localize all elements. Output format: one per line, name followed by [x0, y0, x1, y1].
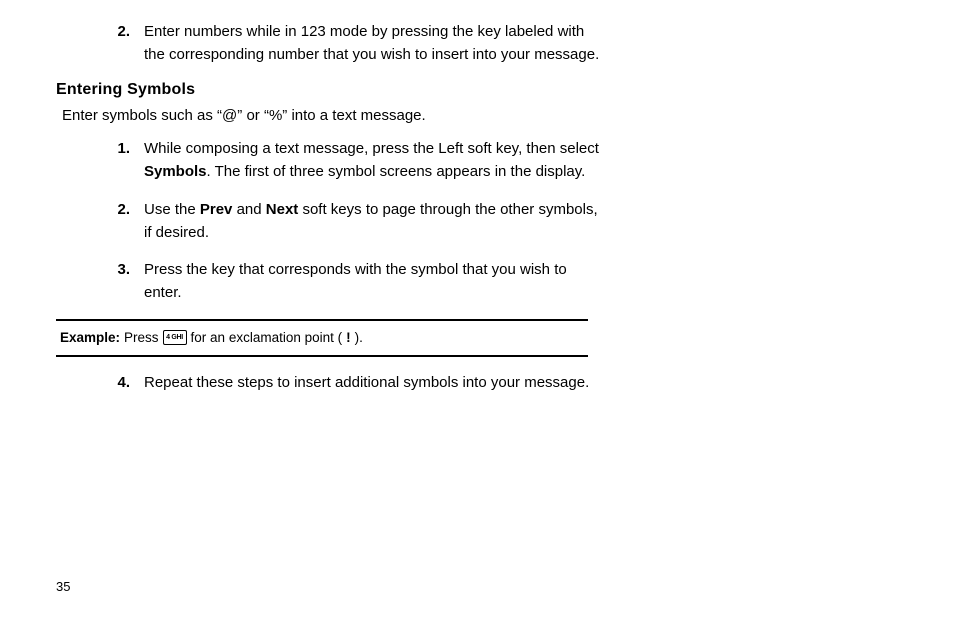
numbered-item: 1. While composing a text message, press… — [86, 137, 898, 184]
numbered-item: 4. Repeat these steps to insert addition… — [86, 371, 898, 394]
item-number: 4. — [86, 371, 144, 394]
numbered-item: 2. Use the Prev and Next soft keys to pa… — [86, 198, 898, 245]
text-span: . The first of three symbol screens appe… — [207, 163, 586, 180]
key-4ghi-icon: 4 GHI — [163, 330, 187, 345]
section-heading: Entering Symbols — [56, 81, 898, 99]
item-number: 2. — [86, 20, 144, 67]
section-intro: Enter symbols such as “@” or “%” into a … — [62, 105, 898, 128]
item-text: Enter numbers while in 123 mode by press… — [144, 20, 604, 67]
item-text: Press the key that corresponds with the … — [144, 258, 604, 305]
numbered-item: 3. Press the key that corresponds with t… — [86, 258, 898, 305]
numbered-item: 2. Enter numbers while in 123 mode by pr… — [86, 20, 898, 67]
bold-text: Next — [266, 201, 299, 218]
text-span: While composing a text message, press th… — [144, 140, 599, 157]
item-number: 2. — [86, 198, 144, 245]
item-text: Use the Prev and Next soft keys to page … — [144, 198, 604, 245]
item-number: 1. — [86, 137, 144, 184]
example-bold: ! — [346, 329, 351, 348]
example-pre: Press — [124, 329, 159, 348]
example-post-a: for an exclamation point ( — [191, 329, 343, 348]
example-post-b: ). — [355, 329, 363, 348]
example-box: Example: Press 4 GHI for an exclamation … — [56, 319, 588, 358]
bold-text: Symbols — [144, 163, 207, 180]
item-text: While composing a text message, press th… — [144, 137, 604, 184]
item-number: 3. — [86, 258, 144, 305]
text-span: Use the — [144, 201, 200, 218]
document-page: 2. Enter numbers while in 123 mode by pr… — [0, 0, 954, 636]
example-label: Example: — [60, 329, 120, 348]
page-number: 35 — [56, 579, 70, 594]
item-text: Repeat these steps to insert additional … — [144, 371, 604, 394]
text-span: and — [232, 201, 265, 218]
bold-text: Prev — [200, 201, 233, 218]
